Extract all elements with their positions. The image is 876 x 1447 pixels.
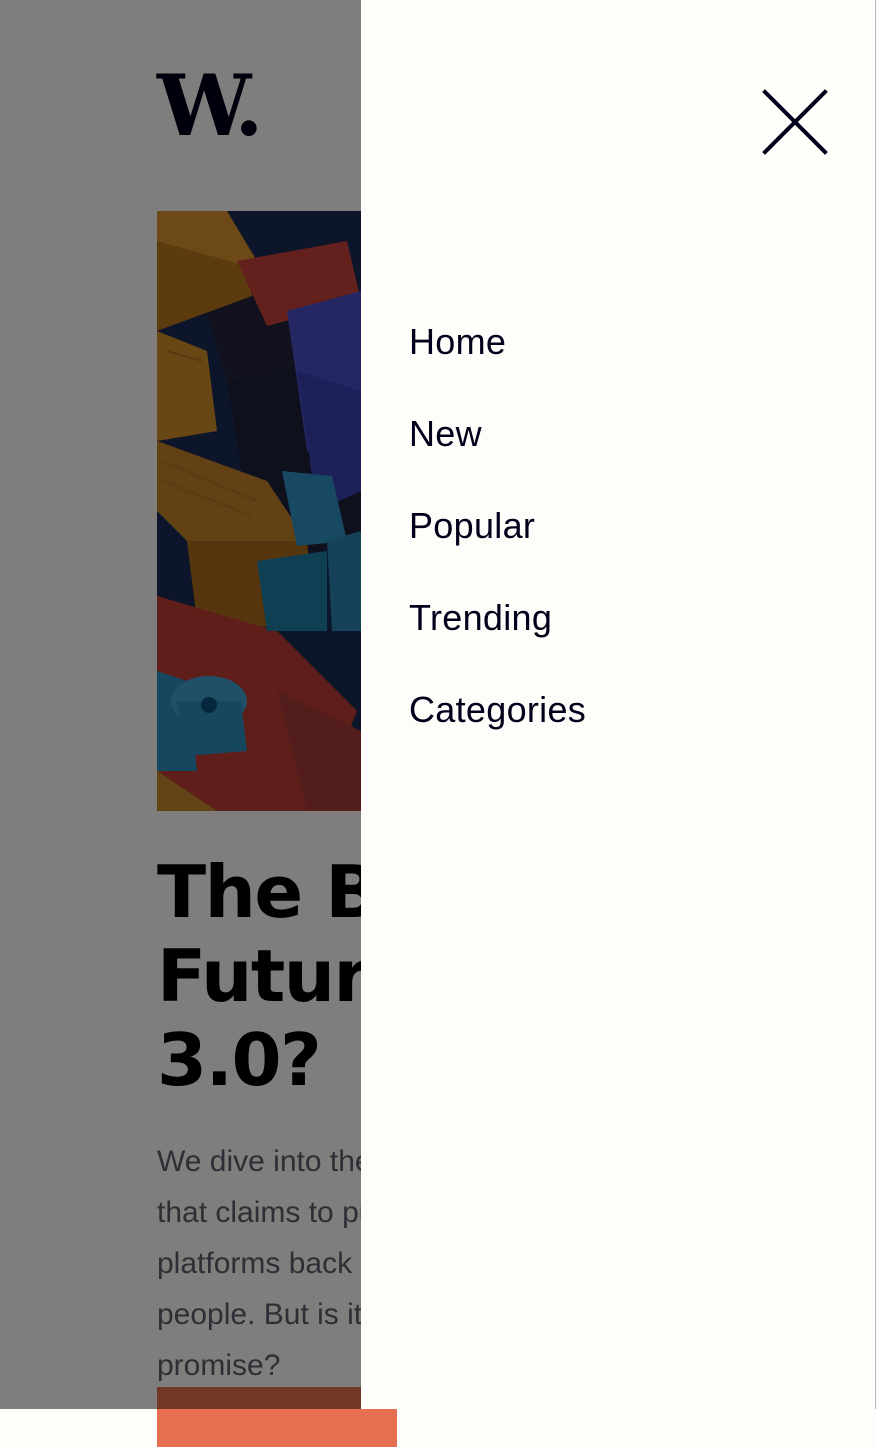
- close-icon: [762, 89, 828, 155]
- nav-menu: Home New Popular Trending Categories: [409, 320, 586, 780]
- nav-item-popular: Popular: [409, 504, 586, 596]
- nav-item-trending: Trending: [409, 596, 586, 688]
- nav-link-home[interactable]: Home: [409, 321, 506, 362]
- nav-link-new[interactable]: New: [409, 413, 482, 454]
- nav-item-new: New: [409, 412, 586, 504]
- nav-link-popular[interactable]: Popular: [409, 505, 535, 546]
- nav-item-categories: Categories: [409, 688, 586, 780]
- nav-link-categories[interactable]: Categories: [409, 689, 586, 730]
- navigation-drawer: Home New Popular Trending Categories: [361, 0, 876, 1409]
- nav-link-trending[interactable]: Trending: [409, 597, 552, 638]
- nav-item-home: Home: [409, 320, 586, 412]
- close-menu-button[interactable]: [759, 86, 831, 158]
